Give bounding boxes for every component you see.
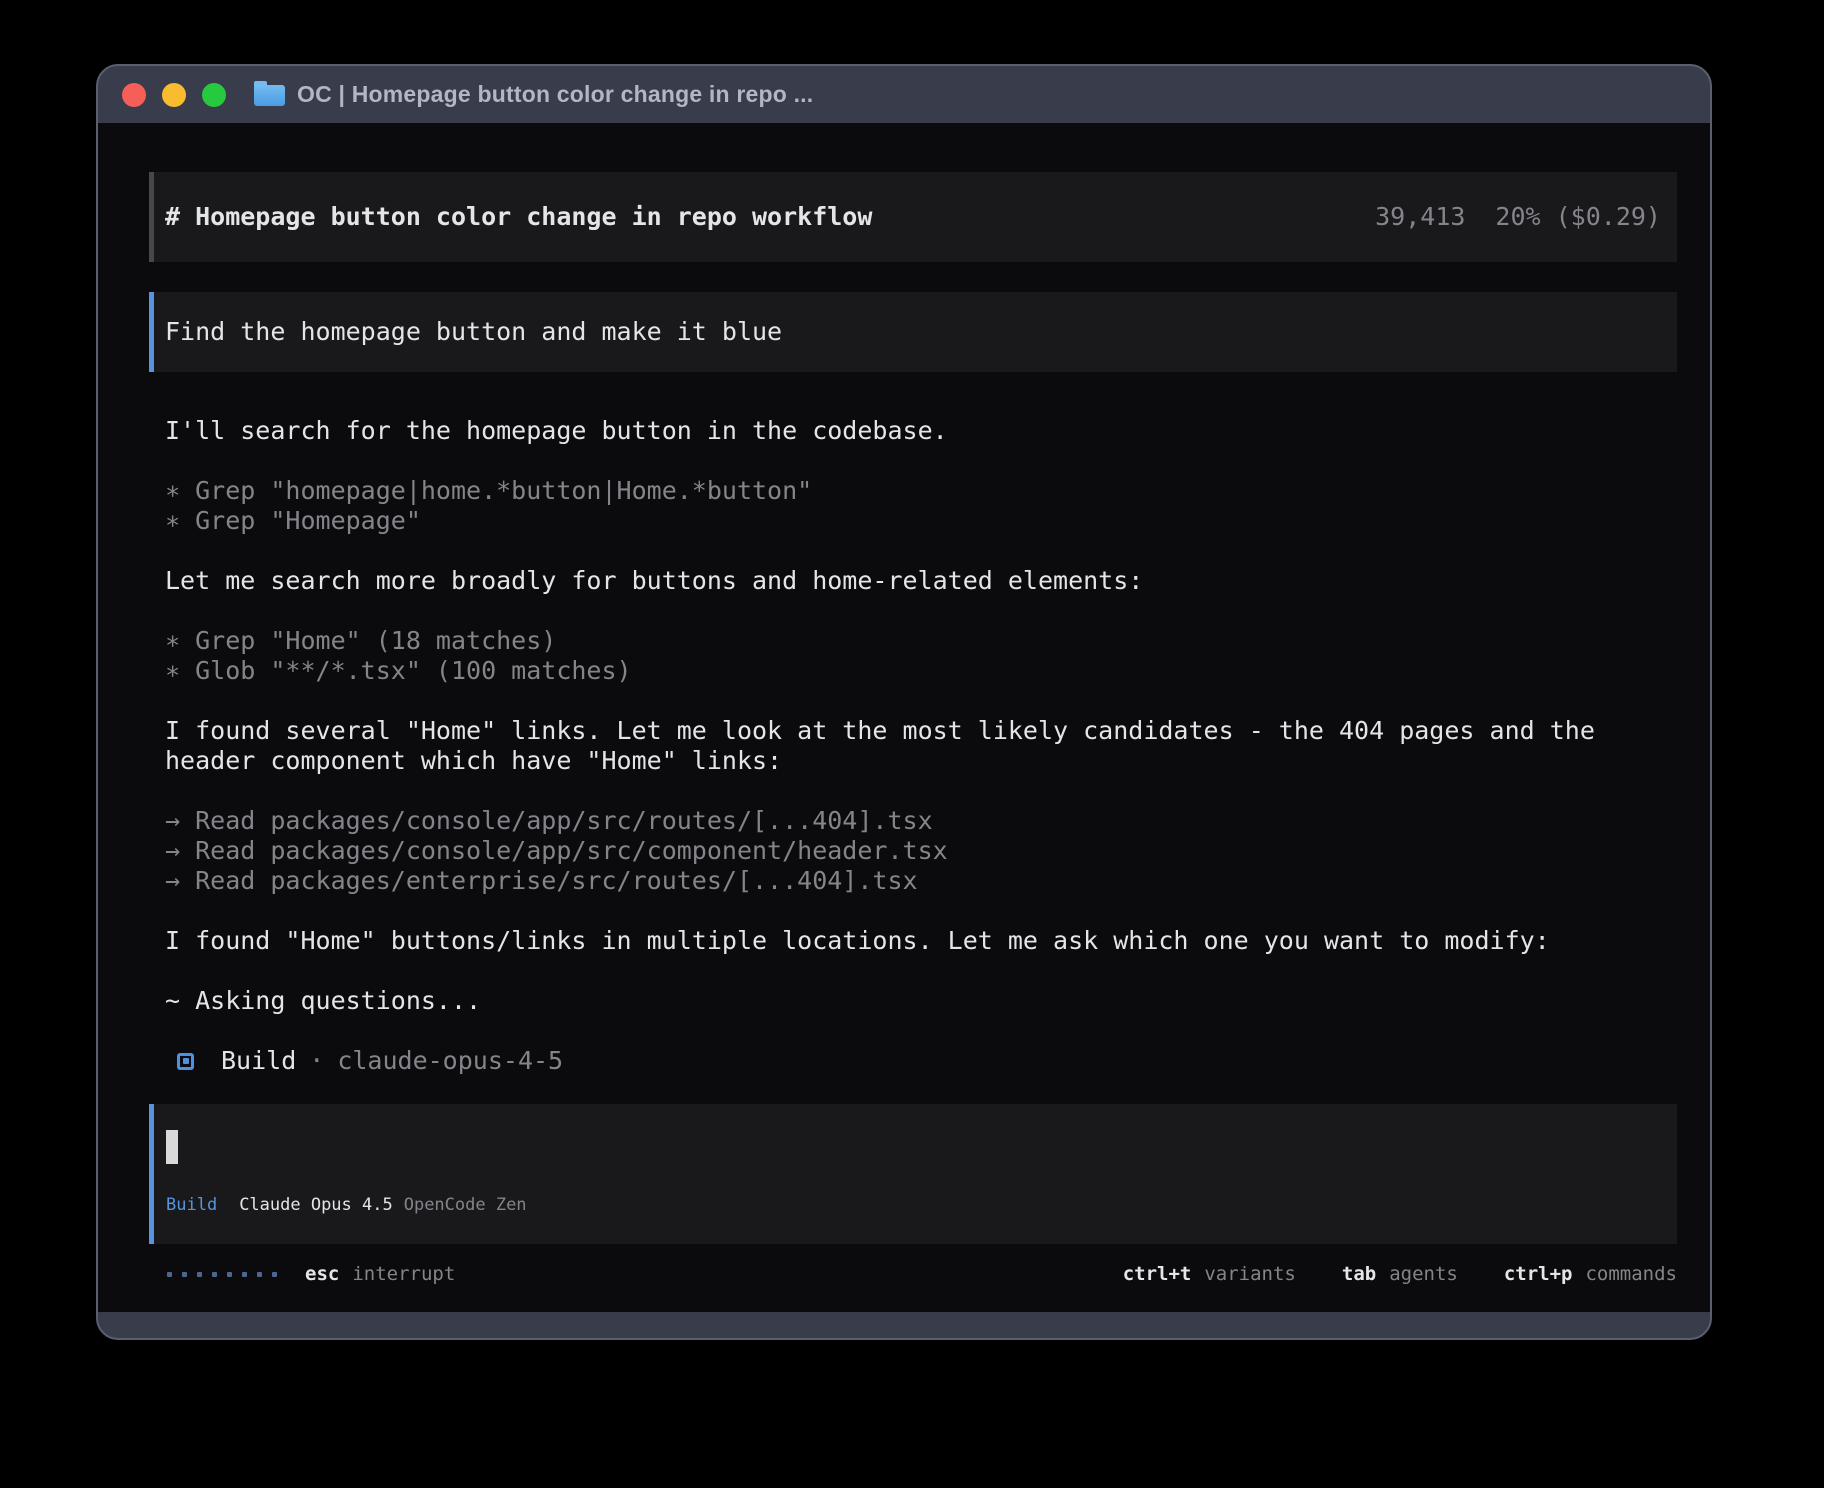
terminal-content: # Homepage button color change in repo w… bbox=[98, 123, 1710, 1312]
esc-label: interrupt bbox=[352, 1260, 455, 1288]
hint-commands: ctrl+p commands bbox=[1504, 1260, 1677, 1288]
provider-name: OpenCode Zen bbox=[404, 1194, 527, 1216]
agent-name: Build bbox=[221, 1046, 296, 1076]
model-name[interactable]: Claude Opus 4.5 bbox=[239, 1194, 393, 1216]
hint-interrupt: esc interrupt bbox=[305, 1260, 455, 1288]
commands-label: commands bbox=[1585, 1260, 1677, 1288]
conversation: I'll search for the homepage button in t… bbox=[149, 416, 1677, 1076]
tool-call-read: → Read packages/enterprise/src/routes/[.… bbox=[149, 866, 1677, 896]
status-asking-questions: ~ Asking questions... bbox=[149, 986, 1677, 1016]
tool-call-grep: ∗ Grep "Homepage" bbox=[149, 506, 1677, 536]
tool-call-grep: ∗ Grep "homepage|home.*button|Home.*butt… bbox=[149, 476, 1677, 506]
session-title: # Homepage button color change in repo w… bbox=[165, 202, 872, 232]
hint-agents: tab agents bbox=[1342, 1260, 1458, 1288]
ctrl-t-key: ctrl+t bbox=[1123, 1260, 1192, 1288]
assistant-text: I found "Home" buttons/links in multiple… bbox=[149, 926, 1677, 956]
keyboard-hints: ctrl+t variants tab agents ctrl+p comman… bbox=[1123, 1260, 1677, 1288]
variants-label: variants bbox=[1204, 1260, 1296, 1288]
mode-badge[interactable]: Build bbox=[166, 1194, 217, 1216]
agents-label: agents bbox=[1389, 1260, 1458, 1288]
tab-key: tab bbox=[1342, 1260, 1376, 1288]
status-bar: esc interrupt ctrl+t variants tab agents… bbox=[149, 1260, 1677, 1288]
user-message-text: Find the homepage button and make it blu… bbox=[165, 317, 782, 347]
context-usage: 20% ($0.29) bbox=[1495, 202, 1661, 232]
folder-icon bbox=[254, 85, 285, 106]
traffic-lights bbox=[122, 83, 226, 107]
zoom-button[interactable] bbox=[202, 83, 226, 107]
assistant-text: header component which have "Home" links… bbox=[149, 746, 1677, 776]
agent-model: claude-opus-4-5 bbox=[337, 1046, 563, 1076]
user-message: Find the homepage button and make it blu… bbox=[149, 292, 1677, 372]
text-cursor bbox=[166, 1130, 178, 1164]
assistant-text: I found several "Home" links. Let me loo… bbox=[149, 716, 1677, 746]
ctrl-p-key: ctrl+p bbox=[1504, 1260, 1573, 1288]
close-button[interactable] bbox=[122, 83, 146, 107]
tool-call-read: → Read packages/console/app/src/componen… bbox=[149, 836, 1677, 866]
assistant-text: I'll search for the homepage button in t… bbox=[149, 416, 1677, 446]
agent-status-line: Build · claude-opus-4-5 bbox=[149, 1046, 1677, 1076]
agent-build-icon bbox=[177, 1053, 194, 1070]
hint-variants: ctrl+t variants bbox=[1123, 1260, 1296, 1288]
agent-separator: · bbox=[309, 1046, 324, 1076]
session-header: # Homepage button color change in repo w… bbox=[149, 172, 1677, 262]
tool-call-grep: ∗ Grep "Home" (18 matches) bbox=[149, 626, 1677, 656]
terminal-window: OC | Homepage button color change in rep… bbox=[96, 64, 1712, 1340]
tool-call-read: → Read packages/console/app/src/routes/[… bbox=[149, 806, 1677, 836]
assistant-text: Let me search more broadly for buttons a… bbox=[149, 566, 1677, 596]
tool-call-glob: ∗ Glob "**/*.tsx" (100 matches) bbox=[149, 656, 1677, 686]
esc-key: esc bbox=[305, 1260, 339, 1288]
window-footer bbox=[98, 1312, 1710, 1338]
window-title: OC | Homepage button color change in rep… bbox=[297, 81, 813, 108]
input-mode-line: Build Claude Opus 4.5 OpenCode Zen bbox=[166, 1194, 1661, 1216]
prompt-input[interactable]: Build Claude Opus 4.5 OpenCode Zen bbox=[149, 1104, 1677, 1244]
spinner-dots-icon bbox=[149, 1272, 277, 1277]
minimize-button[interactable] bbox=[162, 83, 186, 107]
token-count: 39,413 bbox=[1375, 202, 1465, 232]
window-titlebar[interactable]: OC | Homepage button color change in rep… bbox=[98, 66, 1710, 123]
session-usage: 39,413 20% ($0.29) bbox=[1375, 202, 1661, 232]
